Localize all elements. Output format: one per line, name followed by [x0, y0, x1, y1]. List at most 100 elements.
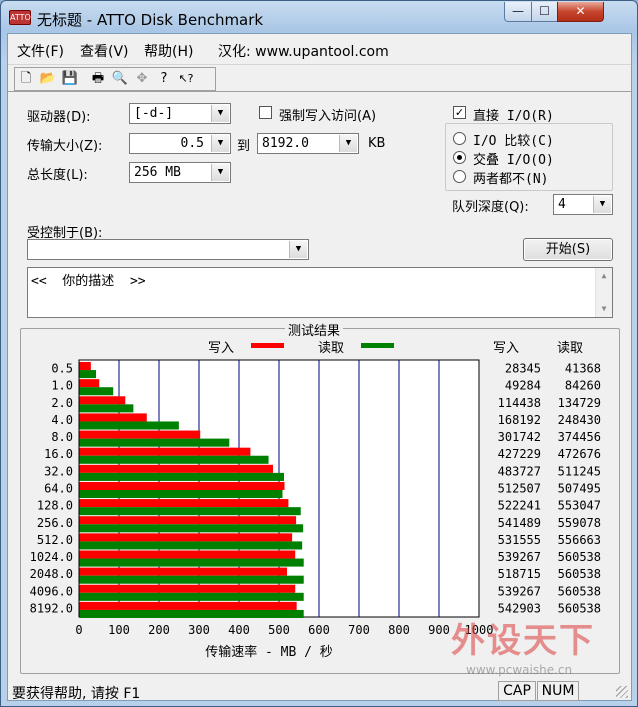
write-value-label: 512507: [498, 482, 541, 496]
drive-select[interactable]: [-d-] ▼: [129, 103, 231, 124]
write-value-label: 301742: [498, 430, 541, 444]
io-neither-label[interactable]: 两者都不(N): [473, 168, 548, 187]
unit-label: KB: [368, 136, 386, 151]
new-icon[interactable]: 🗋: [15, 68, 37, 90]
results-group: 测试结果 写入 读取 写入 读取 0 100 200 300 400 500 600 700 8…: [20, 320, 620, 674]
app-window: ATTO 无标题 - ATTO Disk Benchmark — ☐ ✕ 文件(…: [0, 0, 638, 707]
maximize-button[interactable]: ☐: [531, 2, 558, 22]
write-value-label: 427229: [498, 447, 541, 461]
write-bar: [79, 499, 289, 508]
description-textarea[interactable]: << 你的描述 >> ▲ ▼: [27, 267, 613, 318]
close-button[interactable]: ✕: [557, 2, 604, 22]
print-preview-icon[interactable]: 🔍: [109, 68, 131, 90]
menu-localized[interactable]: 汉化: www.upantool.com: [218, 41, 389, 61]
write-bar: [79, 601, 297, 610]
write-bar: [79, 447, 251, 456]
read-bar: [79, 609, 304, 618]
menu-help[interactable]: 帮助(H): [144, 41, 193, 61]
read-value-label: 556663: [558, 533, 601, 547]
read-bar: [79, 575, 304, 584]
y-tick-label: 1.0: [51, 379, 73, 393]
transfer-to-select[interactable]: 8192.0 ▼: [257, 133, 359, 154]
write-value-label: 531555: [498, 533, 541, 547]
read-bar: [79, 558, 304, 567]
y-tick-label: 8192.0: [30, 601, 73, 615]
drive-label: 驱动器(D):: [27, 110, 91, 125]
io-neither-radio[interactable]: [453, 170, 466, 183]
open-icon[interactable]: 📂: [37, 68, 59, 90]
force-write-checkbox[interactable]: [259, 106, 272, 119]
num-indicator: NUM: [537, 681, 579, 701]
total-length-select[interactable]: 256 MB ▼: [129, 162, 231, 183]
controlled-by-select[interactable]: ▼: [27, 239, 309, 260]
io-compare-label[interactable]: I/O 比较(C): [473, 130, 554, 149]
write-bar: [79, 584, 296, 593]
scroll-up-icon[interactable]: ▲: [596, 268, 612, 284]
read-value-label: 374456: [558, 430, 601, 444]
legend-read-label: 读取: [318, 341, 344, 356]
chevron-down-icon[interactable]: ▼: [211, 105, 229, 122]
queue-depth-select[interactable]: 4 ▼: [553, 194, 613, 215]
io-overlap-label[interactable]: 交叠 I/O(O): [473, 149, 554, 168]
read-value-label: 511245: [558, 464, 601, 478]
description-scrollbar[interactable]: ▲ ▼: [595, 268, 612, 317]
read-bar: [79, 370, 97, 379]
menu-file[interactable]: 文件(F): [17, 41, 64, 61]
y-tick-label: 0.5: [51, 362, 73, 376]
write-bar: [79, 464, 273, 473]
save-icon[interactable]: 💾: [59, 68, 81, 90]
y-tick-label: 4.0: [51, 413, 73, 427]
transfer-to-value: 8192.0: [262, 136, 309, 151]
y-tick-label: 16.0: [44, 447, 73, 461]
write-value-label: 168192: [498, 413, 541, 427]
read-value-label: 559078: [558, 516, 601, 530]
write-bar: [79, 379, 100, 388]
y-tick-label: 8.0: [51, 430, 73, 444]
write-value-label: 522241: [498, 499, 541, 513]
print-icon[interactable]: 🖶: [87, 68, 109, 90]
resize-grip[interactable]: [616, 686, 628, 698]
read-value-label: 553047: [558, 499, 601, 513]
x-tick-label: 1000: [465, 623, 494, 637]
read-value-label: 560538: [558, 601, 601, 615]
y-tick-label: 512.0: [37, 533, 73, 547]
client-area: 文件(F) 查看(V) 帮助(H) 汉化: www.upantool.com 🗋…: [7, 33, 632, 702]
write-column-header: 写入: [493, 341, 519, 356]
read-bar: [79, 438, 230, 447]
transfer-from-select[interactable]: 0.5 ▼: [129, 133, 231, 154]
title-bar[interactable]: ATTO 无标题 - ATTO Disk Benchmark — ☐ ✕: [1, 1, 637, 33]
scroll-down-icon[interactable]: ▼: [596, 301, 612, 317]
context-help-icon[interactable]: ↖?: [175, 68, 197, 90]
direct-io-checkbox[interactable]: ✓: [453, 106, 466, 119]
chevron-down-icon[interactable]: ▼: [211, 135, 229, 152]
y-tick-label: 4096.0: [30, 584, 73, 598]
write-value-label: 539267: [498, 584, 541, 598]
start-button[interactable]: 开始(S): [523, 238, 613, 261]
chevron-down-icon[interactable]: ▼: [339, 135, 357, 152]
chevron-down-icon[interactable]: ▼: [593, 196, 611, 213]
y-tick-label: 256.0: [37, 516, 73, 530]
direct-io-label[interactable]: 直接 I/O(R): [473, 105, 554, 124]
read-bar: [79, 490, 283, 499]
status-bar: 要获得帮助, 请按 F1 CAP NUM: [8, 680, 631, 702]
x-tick-label: 100: [108, 623, 130, 637]
read-bar: [79, 524, 304, 533]
force-write-label[interactable]: 强制写入访问(A): [279, 105, 376, 124]
menu-view[interactable]: 查看(V): [80, 41, 129, 61]
move-icon[interactable]: ✥: [131, 68, 153, 90]
help-icon[interactable]: ?: [153, 68, 175, 90]
read-value-label: 472676: [558, 447, 601, 461]
read-bar: [79, 387, 114, 396]
io-compare-radio[interactable]: [453, 132, 466, 145]
minimize-button[interactable]: —: [504, 2, 532, 22]
chevron-down-icon[interactable]: ▼: [289, 241, 307, 258]
io-overlap-radio[interactable]: [453, 151, 466, 164]
chevron-down-icon[interactable]: ▼: [211, 164, 229, 181]
queue-depth-label: 队列深度(Q):: [452, 200, 529, 215]
x-axis-label: 传输速率 - MB / 秒: [205, 644, 333, 660]
queue-depth-value: 4: [558, 197, 566, 212]
write-value-label: 28345: [505, 362, 541, 376]
y-tick-label: 64.0: [44, 482, 73, 496]
write-bar: [79, 362, 91, 371]
write-value-label: 518715: [498, 567, 541, 581]
